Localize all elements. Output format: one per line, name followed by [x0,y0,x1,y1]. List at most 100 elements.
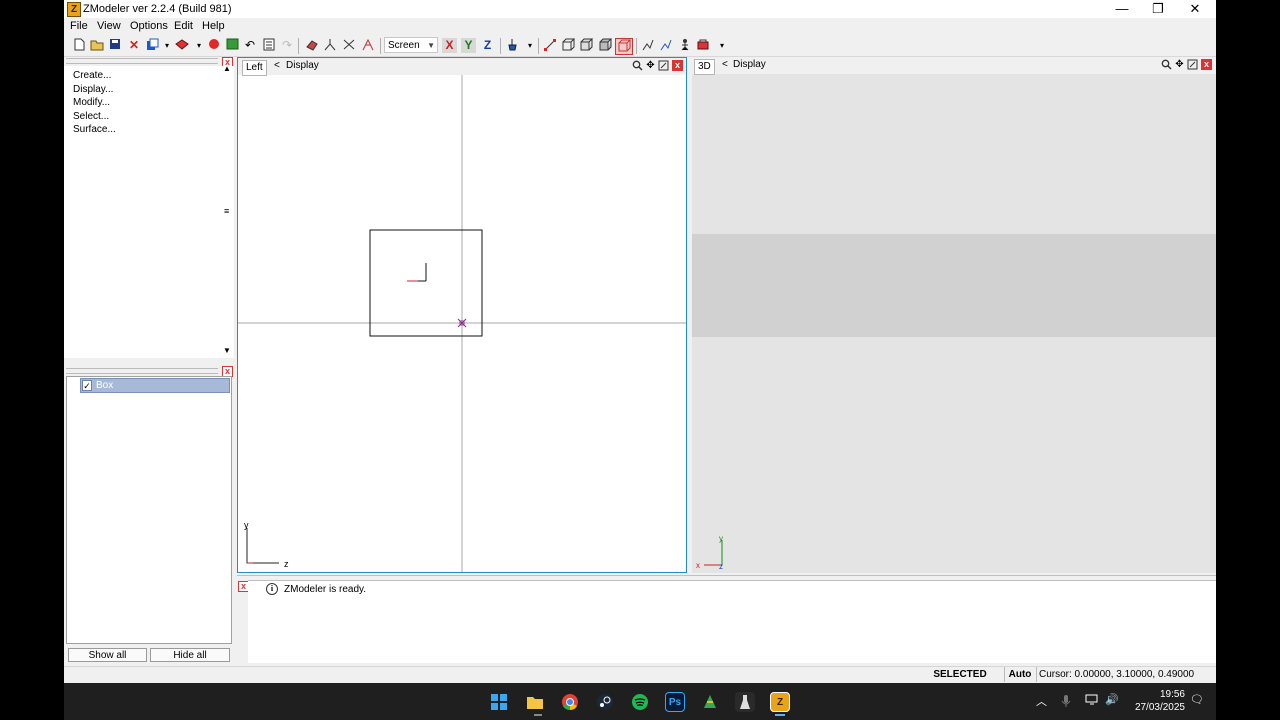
axis-z-toggle[interactable]: Z [480,38,495,53]
undo-icon[interactable]: ↶ [242,38,258,53]
photoshop-icon[interactable]: Ps [665,692,685,712]
menu-bar [64,18,1216,35]
viewport-arrow[interactable]: < [722,59,728,70]
network-icon[interactable] [1085,694,1099,709]
command-modify[interactable]: Modify... [73,97,110,108]
zmodeler-window: Z ZModeler ver 2.2.4 (Build 981) — ❐ ✕ F… [64,0,1216,720]
box-icon[interactable] [578,38,594,53]
pick-icon[interactable] [504,38,520,53]
viewport-close-icon[interactable]: x [1201,59,1212,70]
scroll-up-icon[interactable]: ▲ [223,64,231,73]
pick-dropdown-icon[interactable]: ▾ [522,38,538,53]
copy-dropdown-icon[interactable]: ▾ [159,38,175,53]
steam-icon[interactable] [595,692,615,712]
viewport-close-icon[interactable]: x [672,60,683,71]
material-dropdown-icon[interactable]: ▾ [191,38,207,53]
viewport-canvas[interactable]: y z [238,75,686,572]
output-log [248,580,1216,663]
hide-all-button[interactable]: Hide all [150,648,230,662]
zoom-icon[interactable] [632,60,643,71]
checkbox-icon[interactable]: ✓ [82,380,92,391]
move-icon[interactable] [322,38,338,53]
volume-icon[interactable]: 🔊 [1105,693,1119,706]
zoom-icon[interactable] [1161,59,1172,70]
objects-list [66,376,232,644]
scale-icon[interactable] [341,38,357,53]
axis-z-label: z [284,559,289,569]
scroll-down-icon[interactable]: ▼ [223,346,231,355]
vertex-icon[interactable] [542,38,558,53]
command-display[interactable]: Display... [73,84,113,95]
menu-file[interactable]: File [70,20,88,32]
minimize-button[interactable]: — [1104,0,1140,18]
save-icon[interactable] [107,38,123,53]
open-icon[interactable] [89,38,105,53]
active-indicator [775,714,785,716]
viewport-name[interactable]: Left [242,60,267,76]
game-icon[interactable] [735,692,755,712]
viewport-name[interactable]: 3D [694,59,715,75]
snap-icon[interactable] [658,38,674,53]
menu-view[interactable]: View [97,20,121,32]
menu-options[interactable]: Options [130,20,168,32]
coordinate-system-select[interactable]: Screen ▼ [384,37,438,53]
windows-start-icon[interactable] [489,692,509,712]
list-icon[interactable] [261,38,277,53]
hand-tool-icon[interactable] [304,38,320,53]
info-icon: i [266,583,278,595]
running-indicator [534,714,542,716]
window-title: ZModeler ver 2.2.4 (Build 981) [83,3,232,15]
microphone-icon[interactable] [1061,694,1071,711]
polygon-icon[interactable] [560,38,576,53]
wireframe-toggle-icon[interactable] [615,38,633,55]
figure-icon[interactable] [677,38,693,53]
file-explorer-icon[interactable] [525,692,545,712]
menu-edit[interactable]: Edit [174,20,193,32]
tool-dropdown-icon[interactable]: ▾ [714,38,730,53]
copy-icon[interactable] [144,38,160,53]
show-all-button[interactable]: Show all [68,648,147,662]
pan-icon[interactable]: ✥ [1174,59,1185,70]
axis-y-toggle[interactable]: Y [461,38,476,53]
notification-icon[interactable]: 🗨 [1190,693,1204,706]
title-bar [64,0,1216,18]
viewport-3d[interactable]: 3D < Display ✥ x y x z [692,57,1216,573]
spotify-icon[interactable] [630,692,650,712]
image-icon[interactable] [224,38,240,53]
clock-time[interactable]: 19:56 [1131,689,1185,700]
new-icon[interactable] [71,38,87,53]
command-select[interactable]: Select... [73,111,109,122]
viewport-display-menu[interactable]: Display [733,59,766,70]
redo-icon[interactable]: ↷ [279,38,295,53]
axis-x-toggle[interactable]: X [442,38,457,53]
pan-icon[interactable]: ✥ [645,60,656,71]
maps-icon[interactable] [700,692,720,712]
clock-date[interactable]: 27/03/2025 [1125,702,1185,713]
zmodeler-taskbar-icon[interactable]: Z [770,692,790,712]
chrome-icon[interactable] [560,692,580,712]
object-item-box[interactable]: ✓ Box [80,378,230,393]
viewport-display-menu[interactable]: Display [286,60,319,71]
menu-help[interactable]: Help [202,20,225,32]
delete-icon[interactable]: ✕ [126,38,142,53]
tool-icon[interactable] [695,38,711,53]
rotate-icon[interactable] [360,38,376,53]
maximize-button[interactable]: ❐ [1140,0,1176,18]
maximize-view-icon[interactable] [1187,59,1198,70]
tray-chevron-up-icon[interactable]: ︿ [1036,693,1047,709]
status-cursor: Cursor: 0.00000, 3.10000, 0.49000 [1036,667,1194,682]
viewport-arrow[interactable]: < [274,60,280,71]
close-button[interactable]: ✕ [1177,0,1213,18]
coordinate-system-value: Screen [388,40,420,51]
maximize-view-icon[interactable] [658,60,669,71]
material-icon[interactable] [174,38,190,53]
scroll-thumb-icon[interactable]: ≡ [224,206,229,216]
cube-icon[interactable] [597,38,613,53]
select-icon[interactable] [640,38,656,53]
render-icon[interactable] [206,38,222,53]
command-create[interactable]: Create... [73,70,111,81]
panel-grip[interactable] [66,58,218,64]
command-surface[interactable]: Surface... [73,124,116,135]
objects-panel-grip[interactable] [66,368,218,374]
viewport-left[interactable]: Left < Display ✥ x y z [237,57,687,573]
